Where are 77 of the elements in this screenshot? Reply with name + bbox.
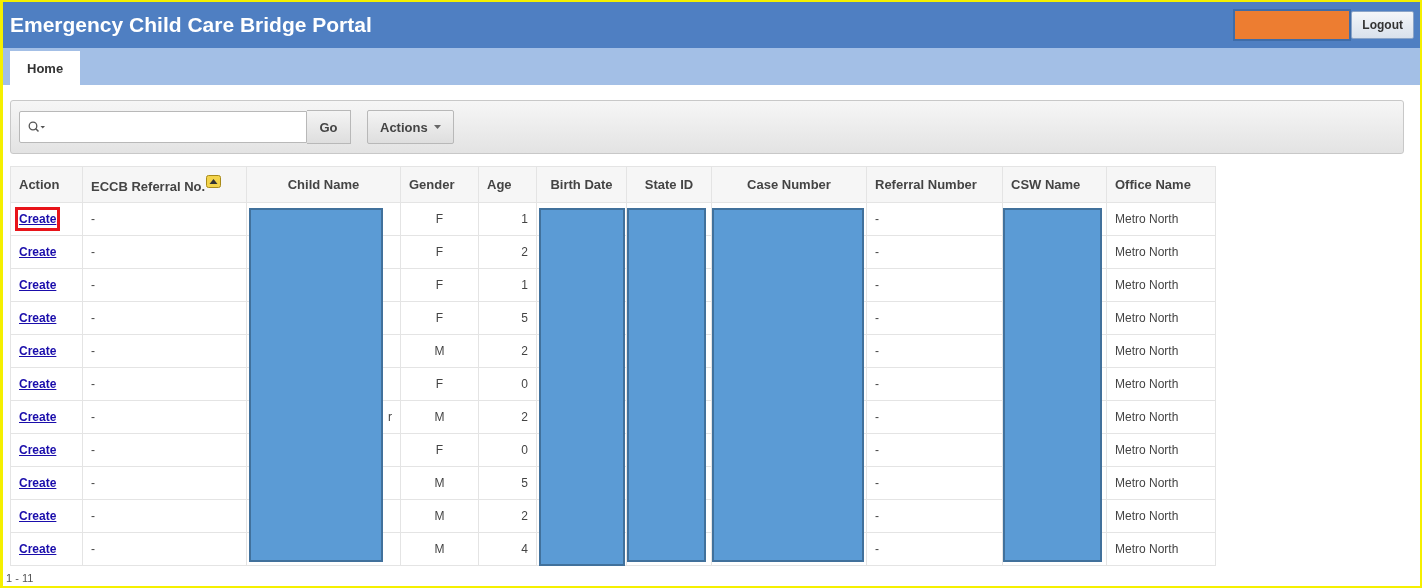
column-header[interactable]: Child Name xyxy=(246,166,401,203)
table-cell: Metro North xyxy=(1115,410,1179,424)
table-cell: - xyxy=(875,212,879,226)
column-header[interactable]: Referral Number xyxy=(866,166,1003,203)
row-range: 1 - 11 xyxy=(6,572,35,584)
table-cell: Metro North xyxy=(1115,278,1179,292)
logout-button[interactable]: Logout xyxy=(1351,11,1414,39)
table-cell: 1 xyxy=(521,278,528,292)
table-cell: Metro North xyxy=(1115,443,1179,457)
tab[interactable]: Home xyxy=(10,51,81,85)
table-cell: - xyxy=(91,278,95,292)
table-cell: - xyxy=(875,278,879,292)
column-header[interactable]: Office Name xyxy=(1106,166,1216,203)
table-cell: - xyxy=(875,410,879,424)
table-cell: Metro North xyxy=(1115,509,1179,523)
table-cell: 0 xyxy=(521,443,528,457)
table-cell: Metro North xyxy=(1115,311,1179,325)
column-header[interactable]: State ID xyxy=(626,166,712,203)
table-cell: Metro North xyxy=(1115,476,1179,490)
table-cell: - xyxy=(875,377,879,391)
table-cell: M xyxy=(434,410,445,424)
table-cell: - xyxy=(91,311,95,325)
table-cell: - xyxy=(91,377,95,391)
table-cell: 2 xyxy=(521,509,528,523)
column-header[interactable]: Gender xyxy=(400,166,479,203)
table-cell: Metro North xyxy=(1115,344,1179,358)
column-header[interactable]: Birth Date xyxy=(536,166,627,203)
table-cell: - xyxy=(875,311,879,325)
column-header[interactable]: Age xyxy=(478,166,537,203)
table-cell: - xyxy=(875,542,879,556)
table-cell: F xyxy=(435,278,444,292)
table-cell: 2 xyxy=(521,245,528,259)
column-header[interactable]: Case Number xyxy=(711,166,867,203)
table-cell: - xyxy=(91,245,95,259)
table-cell: - xyxy=(875,476,879,490)
table-cell: Metro North xyxy=(1115,542,1179,556)
portal-title: Emergency Child Care Bridge Portal xyxy=(10,13,372,37)
actions-button[interactable]: Actions xyxy=(367,110,454,144)
column-header[interactable]: Action xyxy=(10,166,83,203)
table-cell: - xyxy=(875,443,879,457)
table-cell: F xyxy=(435,212,444,226)
table-cell: - xyxy=(91,410,95,424)
table-cell: - xyxy=(91,542,95,556)
search-field[interactable] xyxy=(19,111,307,143)
table-cell: - xyxy=(91,344,95,358)
table-cell: F xyxy=(435,443,444,457)
caret-icon xyxy=(433,125,441,129)
table-cell: - xyxy=(91,443,95,457)
table-cell: - xyxy=(91,509,95,523)
go-button[interactable]: Go xyxy=(307,110,351,144)
table-cell: 2 xyxy=(521,410,528,424)
table-cell: - xyxy=(875,509,879,523)
table-cell: - xyxy=(91,476,95,490)
search-icon xyxy=(28,121,46,133)
table-cell: 5 xyxy=(521,476,528,490)
column-header[interactable]: CSW Name xyxy=(1002,166,1107,203)
table-cell: 0 xyxy=(521,377,528,391)
table-cell: 4 xyxy=(521,542,528,556)
table-cell: 5 xyxy=(521,311,528,325)
table-cell: r xyxy=(388,410,392,424)
table-cell: M xyxy=(434,476,445,490)
table-cell: - xyxy=(91,212,95,226)
table-cell: - xyxy=(875,245,879,259)
table-cell: - xyxy=(875,344,879,358)
table-cell: F xyxy=(435,311,444,325)
table-cell: 2 xyxy=(521,344,528,358)
table-cell: M xyxy=(434,542,445,556)
table-cell: Metro North xyxy=(1115,245,1179,259)
table-cell: Metro North xyxy=(1115,212,1179,226)
table-cell: F xyxy=(435,245,444,259)
column-header[interactable]: ECCB Referral No. xyxy=(82,166,247,203)
table-cell: F xyxy=(435,377,444,391)
table-cell: M xyxy=(434,509,445,523)
table-cell: M xyxy=(434,344,445,358)
table-cell: 1 xyxy=(521,212,528,226)
table-cell: Metro North xyxy=(1115,377,1179,391)
create-link[interactable]: Create xyxy=(15,207,61,231)
